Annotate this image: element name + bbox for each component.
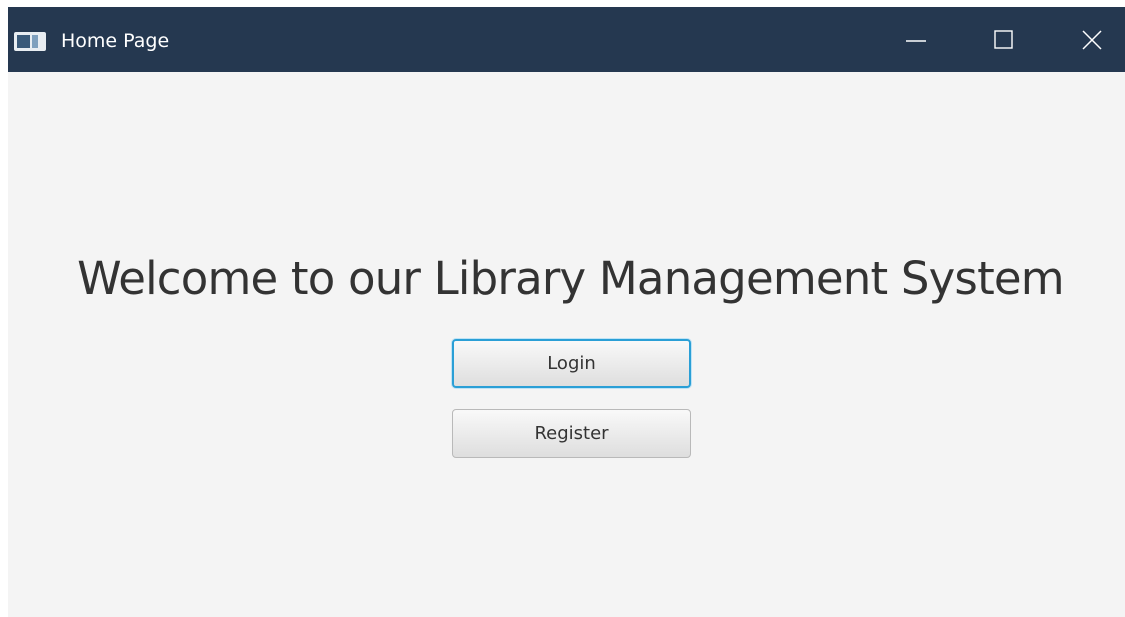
maximize-button[interactable] [969, 7, 1039, 72]
minimize-button[interactable] [881, 7, 951, 72]
close-button[interactable] [1057, 7, 1125, 72]
close-icon [1082, 30, 1102, 50]
login-button[interactable]: Login [452, 339, 691, 388]
welcome-heading: Welcome to our Library Management System [77, 252, 1064, 305]
minimize-icon [906, 40, 926, 42]
register-button[interactable]: Register [452, 409, 691, 458]
app-window: Home Page Welcome to our Library Managem… [8, 7, 1125, 617]
app-window-icon [14, 32, 46, 51]
main-content: Welcome to our Library Management System… [8, 72, 1125, 617]
maximize-icon [994, 30, 1013, 49]
title-bar[interactable]: Home Page [8, 7, 1125, 72]
window-title: Home Page [61, 30, 170, 52]
